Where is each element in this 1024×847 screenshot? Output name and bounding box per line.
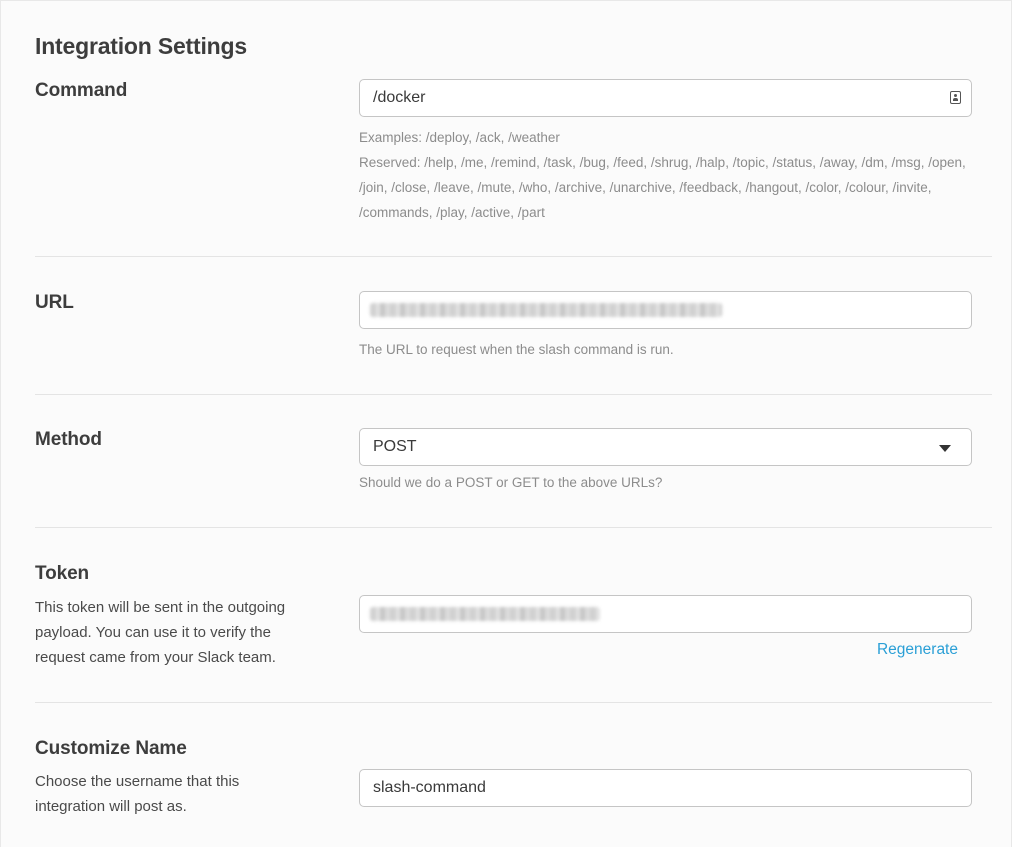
- method-hint: Should we do a POST or GET to the above …: [359, 475, 663, 490]
- customize-name-input[interactable]: slash-command: [359, 769, 972, 807]
- url-input[interactable]: [359, 291, 972, 329]
- url-label: URL: [35, 292, 74, 313]
- token-description: This token will be sent in the outgoing …: [35, 599, 286, 666]
- method-selected-value: POST: [373, 438, 417, 455]
- command-examples: Examples: /deploy, /ack, /weather: [359, 130, 560, 145]
- customize-name-value: slash-command: [373, 779, 486, 796]
- token-label: Token: [35, 563, 90, 584]
- divider: [35, 256, 992, 257]
- divider: [35, 702, 992, 703]
- regenerate-link[interactable]: Regenerate: [877, 641, 958, 659]
- method-select[interactable]: POST: [359, 428, 972, 466]
- command-input[interactable]: /docker: [359, 79, 972, 117]
- divider: [35, 394, 992, 395]
- command-input-value: /docker: [373, 89, 426, 106]
- divider: [35, 527, 992, 528]
- command-reserved: Reserved: /help, /me, /remind, /task, /b…: [359, 155, 966, 220]
- page-title: Integration Settings: [35, 33, 247, 59]
- command-label: Command: [35, 80, 128, 101]
- chevron-down-icon[interactable]: [939, 445, 951, 452]
- integration-settings-panel: Integration Settings Command /docker Exa…: [0, 0, 1012, 847]
- token-obscured-value: [370, 607, 600, 621]
- url-obscured-value: [370, 303, 722, 317]
- token-input[interactable]: [359, 595, 972, 633]
- contact-card-icon[interactable]: [950, 91, 961, 104]
- customize-name-label: Customize Name: [35, 738, 187, 759]
- method-label: Method: [35, 429, 102, 450]
- url-hint: The URL to request when the slash comman…: [359, 342, 674, 357]
- customize-name-description: Choose the username that this integratio…: [35, 773, 240, 815]
